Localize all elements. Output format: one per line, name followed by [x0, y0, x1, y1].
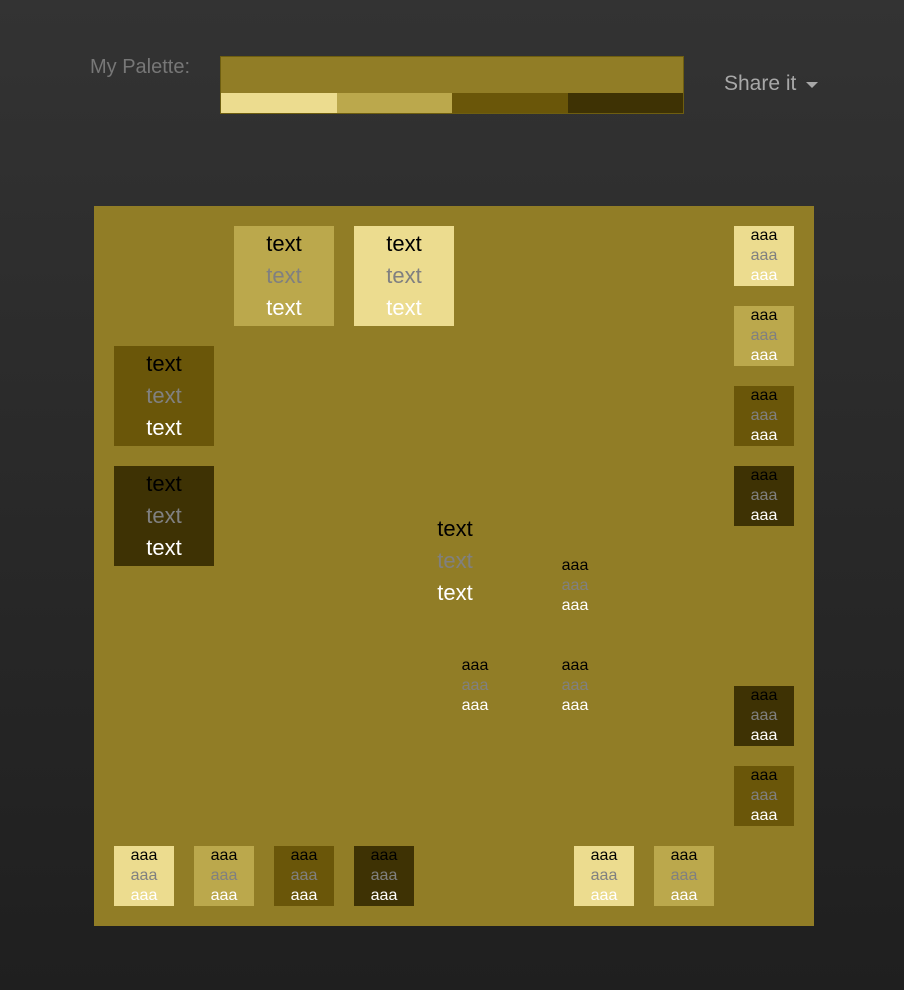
text-sample-tile: aaa aaa aaa [194, 846, 254, 906]
sample-text-white: aaa [130, 887, 158, 904]
text-preview-tile: text text text [234, 226, 334, 326]
sample-text-black: text [437, 516, 473, 541]
palette-base-swatch[interactable] [221, 57, 683, 93]
sample-text-black: aaa [590, 847, 618, 864]
palette-label: My Palette: [90, 56, 191, 78]
sample-text-white: aaa [290, 887, 318, 904]
text-sample-tile: aaa aaa aaa [654, 846, 714, 906]
sample-text-white: aaa [750, 347, 778, 364]
sample-text-gray: aaa [750, 247, 778, 264]
text-preview-tile: text text text [354, 226, 454, 326]
sample-text-gray: aaa [290, 867, 318, 884]
sample-text-black: aaa [670, 847, 698, 864]
sample-text-gray: aaa [461, 677, 489, 694]
text-sample-tile: aaa aaa aaa [274, 846, 334, 906]
palette-swatch-2[interactable] [336, 93, 452, 113]
sample-text-black: text [146, 351, 182, 376]
sample-text-black: aaa [750, 307, 778, 324]
text-sample-tile: aaa aaa aaa [734, 766, 794, 826]
sample-text-white: aaa [561, 697, 589, 714]
sample-text-white: aaa [461, 697, 489, 714]
sample-text-gray: text [266, 263, 302, 288]
sample-text-black: aaa [561, 657, 589, 674]
sample-text-black: text [146, 471, 182, 496]
sample-text-white: aaa [210, 887, 238, 904]
text-preview-tile: text text text [114, 466, 214, 566]
sample-text-black: aaa [461, 657, 489, 674]
sample-text-gray: aaa [370, 867, 398, 884]
sample-text-white: aaa [750, 427, 778, 444]
sample-text-black: aaa [290, 847, 318, 864]
sample-text-gray: text [386, 263, 422, 288]
sample-text-gray: aaa [561, 677, 589, 694]
sample-text-white: aaa [750, 507, 778, 524]
text-sample-tile: aaa aaa aaa [354, 846, 414, 906]
sample-text-gray: aaa [670, 867, 698, 884]
text-preview-tile: text text text [405, 511, 505, 611]
sample-text-white: text [437, 580, 473, 605]
text-sample-tile: aaa aaa aaa [114, 846, 174, 906]
text-sample-tile: aaa aaa aaa [574, 846, 634, 906]
sample-text-white: text [386, 295, 422, 320]
sample-text-white: aaa [370, 887, 398, 904]
sample-text-gray: text [437, 548, 473, 573]
sample-text-white: aaa [750, 727, 778, 744]
sample-text-black: aaa [561, 557, 589, 574]
sample-text-white: aaa [561, 597, 589, 614]
sample-text-black: aaa [130, 847, 158, 864]
text-sample-tile: aaa aaa aaa [445, 656, 505, 716]
palette-shades [221, 93, 683, 113]
sample-text-white: text [146, 535, 182, 560]
sample-text-black: aaa [750, 767, 778, 784]
sample-text-white: aaa [750, 267, 778, 284]
palette-swatch-4[interactable] [567, 93, 683, 113]
sample-text-gray: aaa [130, 867, 158, 884]
sample-text-gray: aaa [750, 407, 778, 424]
text-sample-tile: aaa aaa aaa [734, 466, 794, 526]
palette-swatch-3[interactable] [452, 93, 568, 113]
palette-bar[interactable] [220, 56, 684, 114]
sample-text-black: aaa [370, 847, 398, 864]
preview-canvas: text text text text text text text text text text… [94, 206, 814, 926]
text-sample-tile: aaa aaa aaa [545, 556, 605, 616]
sample-text-white: aaa [750, 807, 778, 824]
sample-text-gray: text [146, 383, 182, 408]
sample-text-white: aaa [590, 887, 618, 904]
text-sample-tile: aaa aaa aaa [734, 306, 794, 366]
share-label: Share it [724, 72, 797, 95]
text-preview-tile: text text text [114, 346, 214, 446]
sample-text-black: aaa [750, 467, 778, 484]
sample-text-black: aaa [750, 227, 778, 244]
text-sample-tile: aaa aaa aaa [734, 686, 794, 746]
share-dropdown[interactable]: Share it [724, 72, 819, 96]
text-sample-tile: aaa aaa aaa [545, 656, 605, 716]
caret-down-icon [806, 82, 819, 88]
sample-text-black: text [386, 231, 422, 256]
sample-text-gray: aaa [210, 867, 238, 884]
sample-text-black: aaa [750, 687, 778, 704]
sample-text-gray: aaa [750, 707, 778, 724]
text-sample-tile: aaa aaa aaa [734, 386, 794, 446]
text-sample-tile: aaa aaa aaa [734, 226, 794, 286]
sample-text-white: text [266, 295, 302, 320]
sample-text-black: text [266, 231, 302, 256]
palette-swatch-1[interactable] [221, 93, 337, 113]
sample-text-gray: aaa [561, 577, 589, 594]
sample-text-white: aaa [670, 887, 698, 904]
sample-text-gray: text [146, 503, 182, 528]
sample-text-black: aaa [750, 387, 778, 404]
sample-text-gray: aaa [590, 867, 618, 884]
sample-text-gray: aaa [750, 787, 778, 804]
sample-text-black: aaa [210, 847, 238, 864]
sample-text-gray: aaa [750, 487, 778, 504]
sample-text-white: text [146, 415, 182, 440]
sample-text-gray: aaa [750, 327, 778, 344]
